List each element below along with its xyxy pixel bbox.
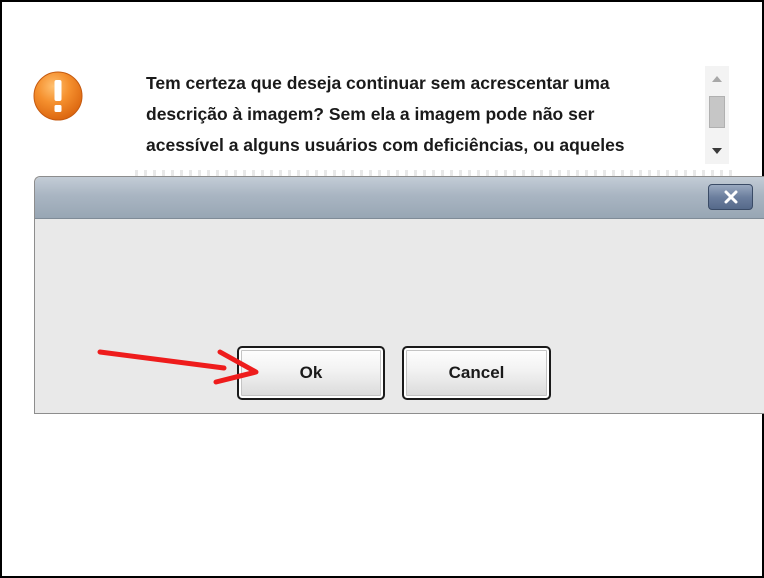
dialog-titlebar[interactable] (35, 177, 764, 219)
scroll-up-arrow-icon (712, 76, 722, 82)
red-arrow-icon (97, 349, 259, 385)
close-button[interactable] (708, 184, 753, 210)
scroll-thumb[interactable] (709, 96, 725, 128)
close-icon (724, 190, 737, 204)
cancel-button[interactable]: Cancel (402, 346, 551, 400)
message-scrollbar[interactable] (705, 66, 729, 164)
scroll-down-arrow-icon (712, 148, 722, 154)
scroll-down-button[interactable] (705, 140, 729, 162)
exclamation-warning-icon (33, 71, 83, 121)
dialog-message: Tem certeza que deseja continuar sem acr… (146, 73, 625, 155)
scroll-up-button[interactable] (705, 68, 729, 90)
